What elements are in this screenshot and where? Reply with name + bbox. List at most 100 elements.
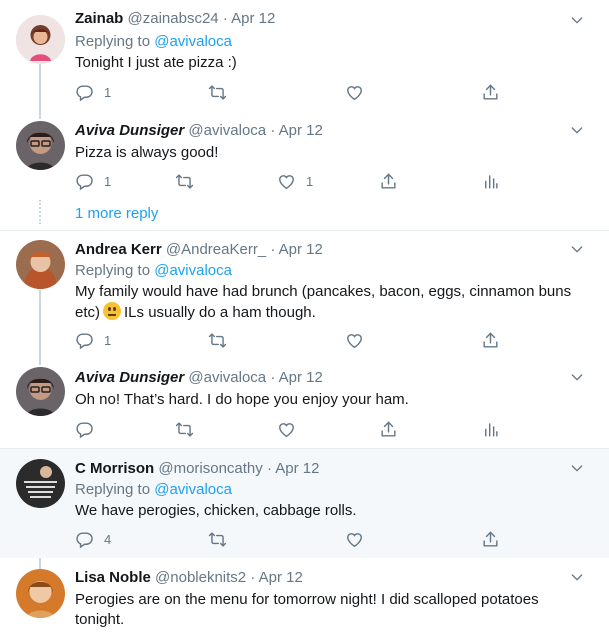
retweet-button[interactable] <box>208 529 227 549</box>
tweet-date[interactable]: Apr 12 <box>279 369 323 386</box>
analytics-icon <box>481 172 500 191</box>
separator: · <box>222 10 228 27</box>
author-name[interactable]: Aviva Dunsiger <box>75 122 184 139</box>
share-icon <box>481 83 500 102</box>
more-replies-link[interactable]: 1 more reply <box>75 204 158 224</box>
like-button[interactable] <box>277 419 296 439</box>
tweet-date[interactable]: Apr 12 <box>279 122 323 139</box>
reply-button[interactable]: 4 <box>75 529 111 549</box>
tweet-zainab[interactable]: Zainab @zainabsc24 · Apr 12 Replying to … <box>0 0 609 116</box>
chevron-down-icon[interactable] <box>569 12 585 28</box>
share-button[interactable] <box>481 82 500 102</box>
author-handle[interactable]: @zainabsc24 <box>128 10 219 27</box>
share-icon <box>481 331 500 350</box>
reply-icon <box>75 530 94 549</box>
retweet-icon <box>208 331 227 350</box>
like-button[interactable] <box>345 82 364 102</box>
author-name[interactable]: Lisa Noble <box>75 569 151 586</box>
tweet-aviva-2[interactable]: Aviva Dunsiger @avivaloca · Apr 12 Oh no… <box>0 355 609 448</box>
replying-to-label: Replying to <box>75 33 155 50</box>
avatar-aviva[interactable] <box>16 121 65 170</box>
tweet-date[interactable]: Apr 12 <box>279 241 323 258</box>
author-name[interactable]: Andrea Kerr <box>75 241 162 258</box>
avatar-aviva[interactable] <box>16 367 65 416</box>
chevron-down-icon[interactable] <box>569 569 585 585</box>
author-handle[interactable]: @nobleknits2 <box>155 569 246 586</box>
like-button[interactable]: 1 <box>277 171 313 191</box>
worried-face-emoji-icon <box>103 302 122 320</box>
replying-to-label: Replying to <box>75 481 155 498</box>
share-button[interactable] <box>379 171 398 191</box>
author-name[interactable]: C Morrison <box>75 460 154 477</box>
mention-link[interactable]: @avivaloca <box>154 481 232 498</box>
analytics-button[interactable] <box>481 171 500 191</box>
chevron-down-icon[interactable] <box>569 122 585 138</box>
reply-button[interactable]: 1 <box>75 82 111 102</box>
analytics-icon <box>481 420 500 439</box>
replying-to-label: Replying to <box>75 262 155 279</box>
author-handle[interactable]: @avivaloca <box>188 122 266 139</box>
heart-icon <box>345 83 364 102</box>
retweet-button[interactable] <box>175 419 194 439</box>
chevron-down-icon[interactable] <box>569 241 585 257</box>
author-handle[interactable]: @AndreaKerr_ <box>166 241 266 258</box>
author-name[interactable]: Aviva Dunsiger <box>75 369 184 386</box>
chevron-down-icon[interactable] <box>569 460 585 476</box>
reply-count: 1 <box>104 84 112 100</box>
avatar-zainab[interactable] <box>16 15 65 64</box>
heart-icon <box>345 331 364 350</box>
heart-icon <box>277 420 296 439</box>
mention-link[interactable]: @avivaloca <box>154 33 232 50</box>
separator: · <box>270 122 276 139</box>
author-handle[interactable]: @morisoncathy <box>158 460 262 477</box>
retweet-button[interactable] <box>175 171 194 191</box>
tweet-text-segment: etc) <box>75 304 101 321</box>
share-button[interactable] <box>379 419 398 439</box>
tweet-aviva-1[interactable]: Aviva Dunsiger @avivaloca · Apr 12 Pizza… <box>0 116 609 230</box>
separator: · <box>250 569 256 586</box>
reply-icon <box>75 83 94 102</box>
tweet-text-segment: ILs usually do a ham though. <box>124 304 316 321</box>
retweet-icon <box>208 83 227 102</box>
author-handle[interactable]: @avivaloca <box>188 369 266 386</box>
reply-count: 1 <box>104 173 112 189</box>
heart-icon <box>345 530 364 549</box>
separator: · <box>270 369 276 386</box>
author-name[interactable]: Zainab <box>75 10 123 27</box>
tweet-date[interactable]: Apr 12 <box>275 460 319 477</box>
share-button[interactable] <box>481 330 500 350</box>
reply-button[interactable]: 1 <box>75 171 111 191</box>
avatar-c-morrison[interactable] <box>16 459 65 508</box>
retweet-button[interactable] <box>208 82 227 102</box>
mention-link[interactable]: @avivaloca <box>154 262 232 279</box>
retweet-icon <box>175 172 194 191</box>
tweet-text-line: My family would have had brunch (pancake… <box>75 283 572 300</box>
reply-button[interactable] <box>75 419 94 439</box>
tweet-date[interactable]: Apr 12 <box>259 569 303 586</box>
like-button[interactable] <box>345 529 364 549</box>
reply-icon <box>75 331 94 350</box>
tweet-text: We have perogies, chicken, cabbage rolls… <box>75 502 357 519</box>
tweet-lisa-noble[interactable]: Lisa Noble @nobleknits2 · Apr 12 Perogie… <box>0 558 609 635</box>
tweet-text-line: tonight. <box>75 611 125 628</box>
reply-button[interactable]: 1 <box>75 330 111 350</box>
share-icon <box>379 420 398 439</box>
like-count: 1 <box>306 173 314 189</box>
tweet-andrea[interactable]: Andrea Kerr @AndreaKerr_ · Apr 12 Replyi… <box>0 231 609 355</box>
avatar-lisa-noble[interactable] <box>16 569 65 618</box>
heart-icon <box>277 172 296 191</box>
share-button[interactable] <box>481 529 500 549</box>
retweet-icon <box>208 530 227 549</box>
share-icon <box>379 172 398 191</box>
reply-count: 1 <box>104 332 112 348</box>
retweet-button[interactable] <box>208 330 227 350</box>
chevron-down-icon[interactable] <box>569 369 585 385</box>
tweet-c-morrison[interactable]: C Morrison @morisoncathy · Apr 12 Replyi… <box>0 449 609 558</box>
like-button[interactable] <box>345 330 364 350</box>
analytics-button[interactable] <box>481 419 500 439</box>
separator: · <box>266 460 272 477</box>
avatar-andrea[interactable] <box>16 240 65 289</box>
tweet-date[interactable]: Apr 12 <box>231 10 275 27</box>
retweet-icon <box>175 420 194 439</box>
tweet-text-line: Perogies are on the menu for tomorrow ni… <box>75 591 539 608</box>
